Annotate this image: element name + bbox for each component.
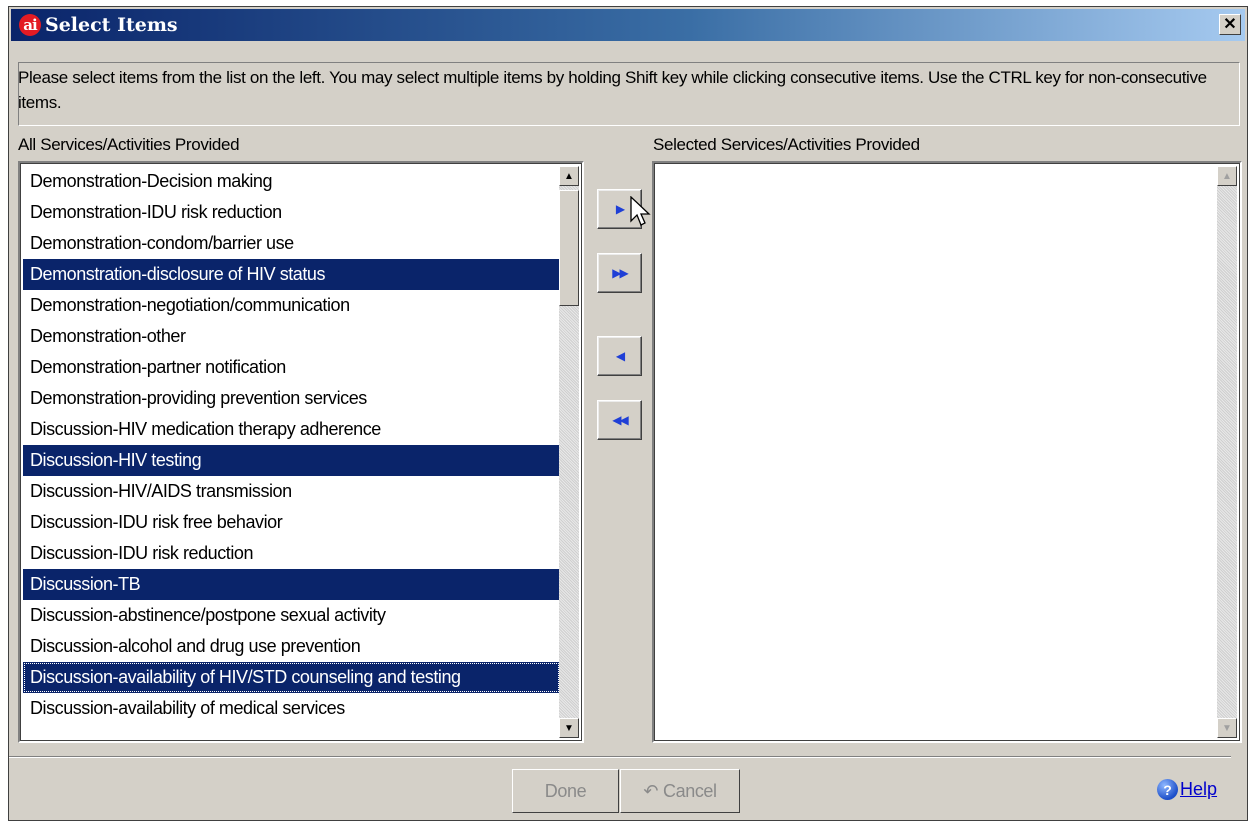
close-icon: ✕	[1223, 15, 1237, 33]
double-arrow-left-icon: ◀◀	[612, 413, 629, 427]
all-services-listbox[interactable]: Demonstration-Decision making Demonstrati…	[18, 161, 584, 743]
list-item[interactable]: Discussion-HIV testing	[23, 445, 560, 476]
right-scroll-down-button: ▼	[1217, 718, 1237, 738]
right-scroll-up-button: ▲	[1217, 166, 1237, 186]
done-button[interactable]: Done	[512, 769, 619, 813]
selected-services-listbox[interactable]: ▲ ▼	[652, 161, 1242, 743]
remove-selected-button[interactable]: ◀	[597, 336, 642, 376]
all-services-items: Demonstration-Decision making Demonstrati…	[23, 166, 560, 724]
undo-icon: ↶	[643, 780, 659, 801]
left-scrollbar[interactable]: ▲ ▼	[559, 166, 579, 738]
list-item[interactable]: Demonstration-providing prevention servi…	[23, 383, 560, 414]
list-item[interactable]: Discussion-abstinence/postpone sexual ac…	[23, 600, 560, 631]
arrow-left-icon: ◀	[615, 349, 625, 363]
done-label: Done	[544, 780, 587, 801]
list-item[interactable]: Demonstration-condom/barrier use	[23, 228, 560, 259]
cancel-button[interactable]: ↶ Cancel	[620, 769, 740, 813]
all-services-label: All Services/Activities Provided	[18, 135, 240, 154]
list-item[interactable]: Demonstration-partner notification	[23, 352, 560, 383]
list-item[interactable]: Demonstration-other	[23, 321, 560, 352]
window-title: Select Items	[45, 14, 178, 36]
footer-separator	[9, 756, 1231, 758]
list-item[interactable]: Discussion-HIV/AIDS transmission	[23, 476, 560, 507]
help-link[interactable]: ? Help	[1157, 779, 1217, 800]
scroll-thumb[interactable]	[559, 190, 579, 306]
scroll-down-button[interactable]: ▼	[559, 718, 579, 738]
help-icon: ?	[1157, 779, 1178, 800]
move-all-button[interactable]: ▶▶	[597, 253, 642, 293]
instructions-text: Please select items from the list on the…	[18, 68, 1207, 112]
help-label: Help	[1180, 779, 1218, 799]
selected-services-label: Selected Services/Activities Provided	[653, 135, 920, 154]
remove-all-button[interactable]: ◀◀	[597, 400, 642, 440]
list-item[interactable]: Discussion-availability of medical servi…	[23, 693, 560, 724]
list-item[interactable]: Demonstration-Decision making	[23, 166, 560, 197]
title-bar[interactable]: ai Select Items ✕	[11, 9, 1245, 41]
close-button[interactable]: ✕	[1219, 14, 1241, 35]
list-item[interactable]: Demonstration-IDU risk reduction	[23, 197, 560, 228]
scroll-up-arrow-icon: ▲	[1222, 170, 1232, 182]
right-scrollbar: ▲ ▼	[1217, 166, 1237, 738]
scroll-up-arrow-icon: ▲	[564, 170, 574, 182]
list-item[interactable]: Discussion-IDU risk free behavior	[23, 507, 560, 538]
mouse-pointer-icon	[630, 196, 651, 226]
arrow-right-icon: ▶	[615, 202, 625, 216]
list-item[interactable]: Discussion-HIV medication therapy adhere…	[23, 414, 560, 445]
list-item[interactable]: Demonstration-disclosure of HIV status	[23, 259, 560, 290]
list-item[interactable]: Discussion-availability of HIV/STD couns…	[23, 662, 560, 693]
double-arrow-right-icon: ▶▶	[612, 266, 629, 280]
list-item[interactable]: Discussion-IDU risk reduction	[23, 538, 560, 569]
scroll-down-arrow-icon: ▼	[564, 722, 574, 734]
list-item[interactable]: Discussion-TB	[23, 569, 560, 600]
list-item[interactable]: Discussion-alcohol and drug use preventi…	[23, 631, 560, 662]
scroll-up-button[interactable]: ▲	[559, 166, 579, 186]
cancel-label: Cancel	[663, 780, 717, 801]
app-logo-icon: ai	[19, 14, 41, 36]
scroll-down-arrow-icon: ▼	[1222, 722, 1232, 734]
list-item[interactable]: Demonstration-negotiation/communication	[23, 290, 560, 321]
